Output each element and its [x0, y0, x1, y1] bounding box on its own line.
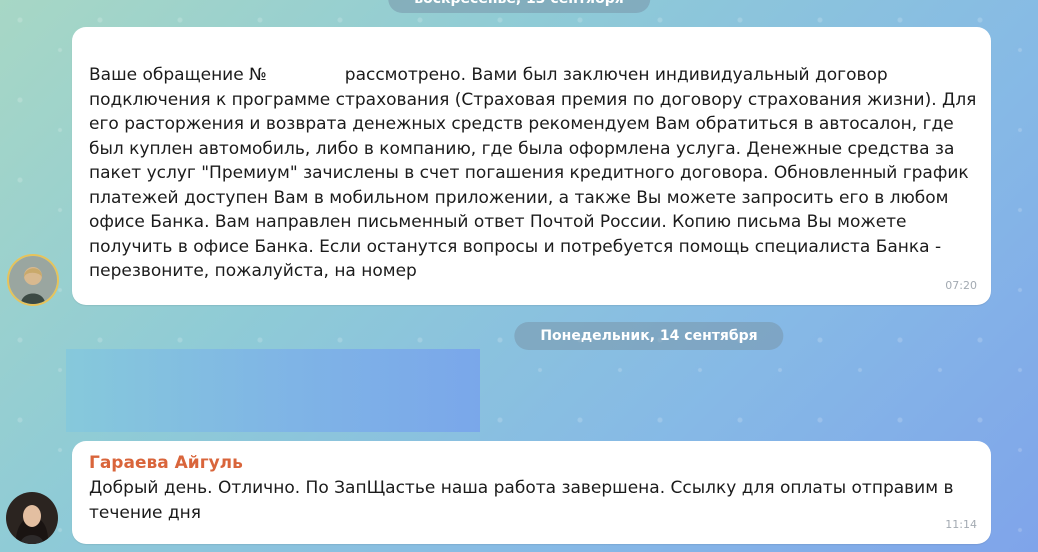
message-time-1: 07:20 — [945, 278, 977, 292]
message-text-1-first-line: Ваше обращение № рассмотрено. Вами был за… — [89, 65, 888, 85]
avatar-photo-icon — [6, 492, 58, 544]
sender-name[interactable]: Гараева Айгуль — [89, 452, 969, 474]
avatar-sender-garaeva[interactable] — [6, 492, 58, 544]
message-bubble-2[interactable]: Гараева Айгуль Добрый день. Отлично. По … — [72, 441, 991, 544]
message-time-2: 11:14 — [945, 517, 977, 531]
avatar-photo-icon — [9, 256, 57, 304]
message-text-1-body: подключения к программе страхования (Стр… — [89, 89, 982, 282]
date-separator-sunday: воскресенье, 13 сентября — [388, 0, 650, 13]
message-bubble-1[interactable]: Ваше обращение № рассмотрено. Вами был за… — [72, 27, 991, 305]
message-text-2: Добрый день. Отлично. По ЗапЩастье наша … — [89, 478, 959, 523]
redacted-area — [66, 349, 480, 432]
date-separator-monday: Понедельник, 14 сентября — [514, 322, 784, 350]
avatar-bank-operator[interactable] — [7, 254, 59, 306]
